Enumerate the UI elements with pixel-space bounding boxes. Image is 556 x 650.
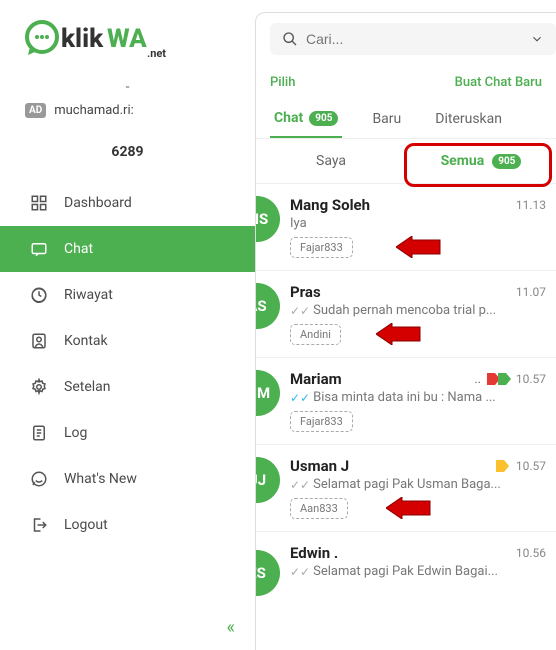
chat-list: MS Mang Soleh 11.13 Iya Fajar833 AS Pras…	[256, 184, 556, 608]
contact-icon	[30, 332, 48, 350]
svg-text:.net: .net	[147, 47, 166, 59]
tag-yellow-icon	[496, 460, 510, 472]
nav-label: Chat	[64, 241, 93, 257]
ticks-icon: ✓✓	[290, 565, 310, 579]
nav-dashboard[interactable]: Dashboard	[0, 180, 255, 226]
nav-label: Setelan	[64, 379, 111, 395]
agent-tag: Fajar833	[290, 237, 353, 258]
tab-label: Chat	[274, 110, 303, 126]
select-button[interactable]: Pilih	[270, 75, 295, 90]
tabs-secondary: Saya Semua 905	[256, 139, 556, 184]
search-icon	[282, 31, 298, 47]
gear-icon	[30, 378, 48, 396]
chat-time: 10.57	[516, 372, 546, 386]
tab-saya[interactable]: Saya	[256, 139, 406, 183]
tab-label: Baru	[372, 111, 401, 127]
chat-item[interactable]: MM Mariam .. 10.57 ✓✓Bisa minta data ini…	[256, 358, 556, 445]
ticks-icon: ✓✓	[290, 478, 310, 492]
search-box[interactable]	[270, 23, 556, 55]
tag-green-icon	[498, 373, 512, 385]
phone-number: 6289	[0, 130, 255, 174]
chat-name: Edwin .	[290, 544, 338, 562]
whatsapp-icon	[30, 470, 48, 488]
dash-indicator: -	[0, 79, 255, 95]
tab-label: Diteruskan	[435, 111, 502, 127]
tab-label: Semua	[441, 153, 485, 169]
chat-preview: ✓✓Bisa minta data ini bu : Nama ...	[290, 390, 546, 405]
tab-label: Saya	[316, 153, 346, 169]
agent-tag: Andini	[290, 324, 341, 345]
nav-label: Logout	[64, 517, 108, 533]
logo: klik WA .net	[0, 15, 255, 79]
nav-riwayat[interactable]: Riwayat	[0, 272, 255, 318]
nav-kontak[interactable]: Kontak	[0, 318, 255, 364]
svg-text:WA: WA	[107, 24, 147, 54]
ticks-blue-icon: ✓✓	[290, 391, 310, 405]
username: muchamad.ri:	[54, 103, 134, 118]
chat-count-badge: 905	[309, 111, 338, 126]
top-actions: Pilih Buat Chat Baru	[256, 65, 556, 100]
tab-baru[interactable]: Baru	[368, 100, 405, 138]
log-icon	[30, 424, 48, 442]
chat-name: Mariam	[290, 370, 342, 388]
avatar: MS	[256, 196, 280, 242]
nav: Dashboard Chat Riwayat Kontak Setelan Lo…	[0, 180, 255, 548]
chat-item[interactable]: ES Edwin . 10.56 ✓✓Selamat pagi Pak Edwi…	[256, 532, 556, 608]
avatar: ES	[256, 550, 280, 596]
avatar: UJ	[256, 457, 280, 503]
ticks-icon: ✓✓	[290, 304, 310, 318]
search-input[interactable]	[306, 31, 522, 47]
nav-setelan[interactable]: Setelan	[0, 364, 255, 410]
chevron-down-icon[interactable]	[530, 32, 544, 46]
avatar: AS	[256, 283, 280, 329]
chat-name: Usman J	[290, 457, 349, 475]
semua-count-badge: 905	[492, 154, 521, 169]
dots-indicator: ..	[475, 372, 481, 386]
chat-time: 11.13	[516, 198, 546, 212]
chat-name: Mang Soleh	[290, 196, 370, 214]
chat-time: 11.07	[516, 285, 546, 299]
chat-name: Pras	[290, 283, 321, 301]
nav-chat[interactable]: Chat	[0, 226, 255, 272]
chat-preview: ✓✓Sudah pernah mencoba trial p...	[290, 303, 546, 318]
ad-badge: AD	[25, 103, 46, 118]
sidebar: klik WA .net - AD muchamad.ri: 6289 Dash…	[0, 0, 255, 650]
new-chat-button[interactable]: Buat Chat Baru	[455, 75, 542, 90]
history-icon	[30, 286, 48, 304]
nav-label: Kontak	[64, 333, 108, 349]
chat-preview: ✓✓Selamat pagi Pak Usman Baga...	[290, 477, 546, 492]
nav-logout[interactable]: Logout	[0, 502, 255, 548]
tabs-primary: Chat 905 Baru Diteruskan	[256, 100, 556, 139]
tab-semua[interactable]: Semua 905	[406, 139, 556, 183]
chat-time: 10.56	[516, 546, 546, 560]
agent-tag: Fajar833	[290, 411, 353, 432]
nav-label: Dashboard	[64, 195, 132, 211]
nav-label: Log	[64, 425, 87, 441]
nav-label: Riwayat	[64, 287, 113, 303]
main-panel: Pilih Buat Chat Baru Chat 905 Baru Diter…	[255, 12, 556, 650]
chat-item[interactable]: MS Mang Soleh 11.13 Iya Fajar833	[256, 184, 556, 271]
chat-preview: ✓✓Selamat pagi Pak Edwin Bagai...	[290, 564, 546, 579]
chat-preview: Iya	[290, 216, 546, 231]
tab-diteruskan[interactable]: Diteruskan	[431, 100, 506, 138]
user-block: AD muchamad.ri:	[0, 103, 255, 118]
grid-icon	[30, 194, 48, 212]
avatar: MM	[256, 370, 280, 416]
nav-log[interactable]: Log	[0, 410, 255, 456]
chat-item[interactable]: AS Pras 11.07 ✓✓Sudah pernah mencoba tri…	[256, 271, 556, 358]
chat-icon	[30, 240, 48, 258]
collapse-sidebar-button[interactable]: «	[227, 617, 235, 638]
tab-chat[interactable]: Chat 905	[270, 100, 342, 138]
nav-whatsnew[interactable]: What's New	[0, 456, 255, 502]
nav-label: What's New	[64, 471, 137, 487]
logout-icon	[30, 516, 48, 534]
chat-time: 10.57	[516, 459, 546, 473]
svg-text:klik: klik	[61, 24, 104, 54]
chat-item[interactable]: UJ Usman J 10.57 ✓✓Selamat pagi Pak Usma…	[256, 445, 556, 532]
agent-tag: Aan833	[290, 498, 348, 519]
